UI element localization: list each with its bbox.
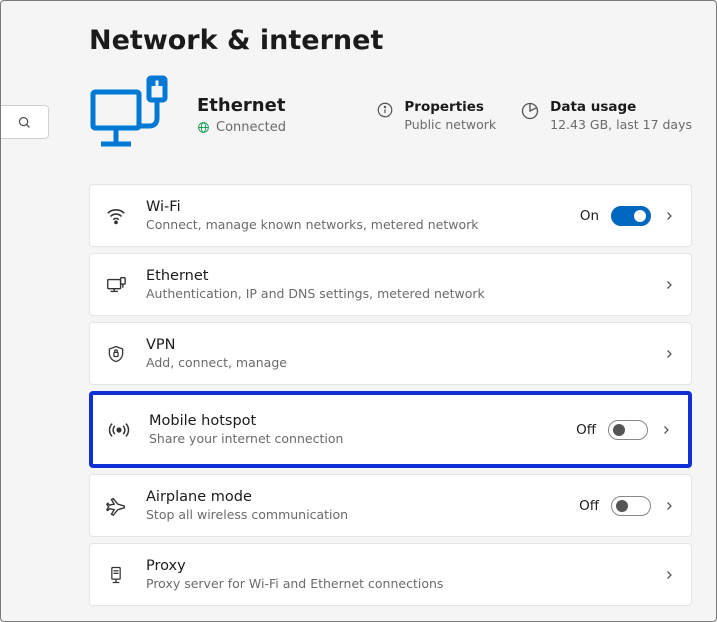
wifi-icon: [104, 205, 128, 227]
airplane-icon: [104, 495, 128, 517]
proxy-sub: Proxy server for Wi-Fi and Ethernet conn…: [146, 576, 645, 591]
ethernet-title: Ethernet: [146, 268, 645, 284]
ethernet-hero-icon: [89, 74, 173, 156]
connection-status: Connected: [216, 120, 286, 135]
mobile-hotspot-card[interactable]: Mobile hotspot Share your internet conne…: [89, 391, 692, 468]
search-icon: [17, 115, 32, 130]
airplane-toggle[interactable]: [611, 496, 651, 516]
chevron-right-icon: [663, 348, 675, 360]
data-usage-icon: [520, 101, 540, 121]
wifi-state: On: [580, 208, 599, 224]
ethernet-sub: Authentication, IP and DNS settings, met…: [146, 286, 645, 301]
globe-icon: [197, 121, 210, 134]
chevron-right-icon: [660, 424, 672, 436]
properties-value: Public network: [404, 117, 496, 132]
chevron-right-icon: [663, 279, 675, 291]
chevron-right-icon: [663, 500, 675, 512]
ethernet-card[interactable]: Ethernet Authentication, IP and DNS sett…: [89, 253, 692, 316]
data-usage-link[interactable]: Data usage 12.43 GB, last 17 days: [520, 99, 692, 132]
wifi-sub: Connect, manage known networks, metered …: [146, 217, 562, 232]
proxy-title: Proxy: [146, 558, 645, 574]
airplane-sub: Stop all wireless communication: [146, 507, 561, 522]
data-usage-value: 12.43 GB, last 17 days: [550, 117, 692, 132]
ethernet-icon: [104, 274, 128, 296]
vpn-sub: Add, connect, manage: [146, 355, 645, 370]
vpn-card[interactable]: VPN Add, connect, manage: [89, 322, 692, 385]
wifi-card[interactable]: Wi-Fi Connect, manage known networks, me…: [89, 184, 692, 247]
connection-hero: Ethernet Connected Properties Public net…: [89, 74, 692, 156]
properties-label: Properties: [404, 99, 496, 115]
data-usage-label: Data usage: [550, 99, 692, 115]
connection-name: Ethernet: [197, 95, 352, 116]
airplane-card[interactable]: Airplane mode Stop all wireless communic…: [89, 474, 692, 537]
hotspot-icon: [107, 419, 131, 441]
proxy-card[interactable]: Proxy Proxy server for Wi-Fi and Etherne…: [89, 543, 692, 606]
vpn-title: VPN: [146, 337, 645, 353]
proxy-icon: [104, 564, 128, 586]
wifi-toggle[interactable]: [611, 206, 651, 226]
properties-link[interactable]: Properties Public network: [376, 99, 496, 132]
hotspot-toggle[interactable]: [608, 420, 648, 440]
info-icon: [376, 101, 394, 119]
airplane-title: Airplane mode: [146, 489, 561, 505]
chevron-right-icon: [663, 569, 675, 581]
search-button[interactable]: [1, 105, 49, 139]
page-title: Network & internet: [89, 25, 692, 56]
airplane-state: Off: [579, 498, 599, 514]
hotspot-state: Off: [576, 422, 596, 438]
wifi-title: Wi-Fi: [146, 199, 562, 215]
vpn-icon: [104, 343, 128, 365]
chevron-right-icon: [663, 210, 675, 222]
hotspot-sub: Share your internet connection: [149, 431, 558, 446]
hotspot-title: Mobile hotspot: [149, 413, 558, 429]
